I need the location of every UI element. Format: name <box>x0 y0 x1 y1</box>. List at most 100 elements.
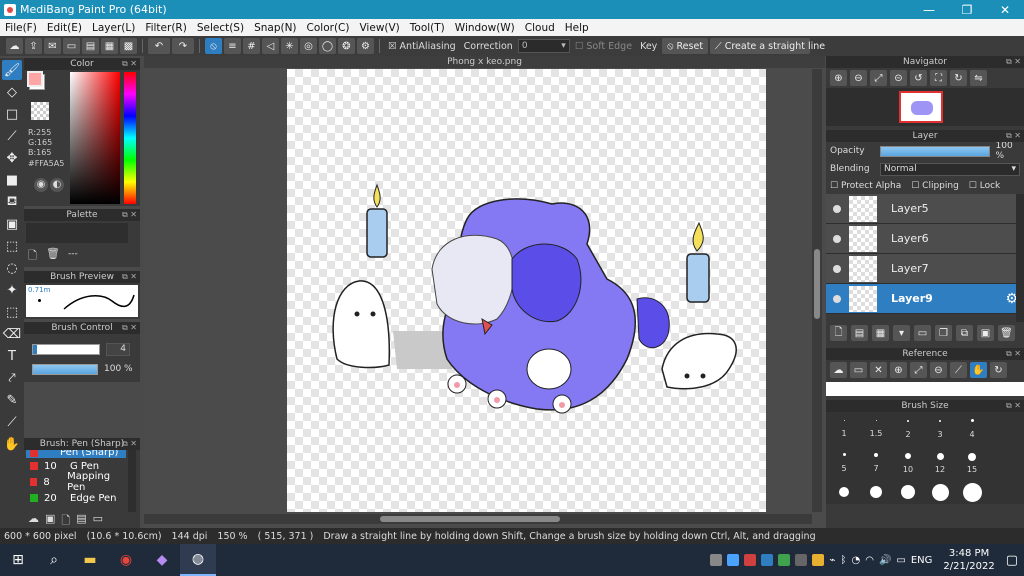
menu-help[interactable]: Help <box>560 22 594 34</box>
brush-size-cell[interactable] <box>860 486 892 498</box>
save-icon[interactable]: ▦ <box>101 38 118 54</box>
bucket-tool-icon[interactable]: ⛾ <box>2 192 22 212</box>
select-rect-tool-icon[interactable]: ⬚ <box>2 236 22 256</box>
foreground-color-swatch[interactable] <box>27 71 43 87</box>
rectangle-tool-icon[interactable]: □ <box>2 104 22 124</box>
new-palette-icon[interactable]: 🗋 <box>28 247 37 266</box>
tray-app-icon[interactable] <box>744 554 757 566</box>
brush-list-scrollbar[interactable] <box>128 450 136 512</box>
maximize-button[interactable]: ❐ <box>948 0 986 19</box>
text-tool-icon[interactable]: T <box>2 346 22 366</box>
operation-tool-icon[interactable]: ⤤ <box>2 368 22 388</box>
panel-pin-icon[interactable]: ⧉ ✕ <box>1006 348 1021 360</box>
drawing-canvas[interactable] <box>287 69 766 512</box>
snap-grid-icon[interactable]: # <box>243 38 260 54</box>
menu-layer[interactable]: Layer(L) <box>87 22 140 34</box>
snap-parallel-icon[interactable]: ≡ <box>224 38 241 54</box>
new-layer-icon[interactable]: 🗋 <box>830 325 847 341</box>
minimize-button[interactable]: — <box>910 0 948 19</box>
reference-view[interactable] <box>826 382 1024 396</box>
snap-circle-icon[interactable]: ◎ <box>300 38 317 54</box>
tray-app-icon[interactable] <box>795 554 808 566</box>
volume-icon[interactable]: 🔊 <box>879 555 891 566</box>
brush-size-cell[interactable] <box>828 487 860 497</box>
new-halftone-layer-icon[interactable]: ▤ <box>851 325 868 341</box>
blending-select[interactable]: Normal ▾ <box>880 162 1020 176</box>
game-app-icon[interactable]: ◆ <box>144 544 180 576</box>
brush-size-cell[interactable]: 15 <box>956 446 988 480</box>
menu-snap[interactable]: Snap(N) <box>249 22 301 34</box>
scroll-thumb[interactable] <box>814 249 820 319</box>
snap-perspective-icon[interactable]: ◁ <box>262 38 279 54</box>
wifi-icon[interactable]: ◠ <box>865 555 874 566</box>
rotate-left-icon[interactable]: ↺ <box>910 70 927 86</box>
flip-icon[interactable]: ⇋ <box>970 70 987 86</box>
duplicate-layer-icon[interactable]: ❐ <box>935 325 952 341</box>
brush-size-cell[interactable] <box>924 483 956 501</box>
brush-size-cell[interactable]: 12 <box>924 446 956 480</box>
undo-icon[interactable]: ↶ <box>148 38 170 54</box>
battery-icon[interactable]: ▭ <box>896 555 905 566</box>
rotate-right-icon[interactable]: ↻ <box>950 70 967 86</box>
delete-palette-icon[interactable]: 🗑 <box>46 247 60 260</box>
tray-app-icon[interactable] <box>727 554 740 566</box>
open-reference-icon[interactable]: ▭ <box>850 362 867 378</box>
lasso-tool-icon[interactable]: ◌ <box>2 258 22 278</box>
layer-folder-icon[interactable]: ▭ <box>914 325 931 341</box>
cloud-reference-icon[interactable]: ☁ <box>830 362 847 378</box>
menu-file[interactable]: File(F) <box>0 22 42 34</box>
panel-pin-icon[interactable]: ⧉ ✕ <box>122 322 137 334</box>
menu-view[interactable]: View(V) <box>354 22 404 34</box>
visibility-icon[interactable] <box>833 234 841 243</box>
brush-size-cell[interactable]: 3 <box>924 412 956 446</box>
brush-size-cell[interactable]: 7 <box>860 446 892 480</box>
notification-icon[interactable]: ▢ <box>1006 553 1018 568</box>
hand-tool-icon[interactable]: ✋ <box>2 434 22 454</box>
hue-slider[interactable] <box>124 72 136 204</box>
soft-edge-checkbox[interactable]: ☐ Soft Edge <box>572 41 635 52</box>
dot-tool-icon[interactable]: ⟋ <box>2 126 22 146</box>
actual-size-icon[interactable]: ⛶ <box>930 70 947 86</box>
protect-alpha-checkbox[interactable]: ☐ Protect Alpha <box>830 181 901 191</box>
menu-cloud[interactable]: Cloud <box>520 22 560 34</box>
snap-off-icon[interactable]: ⦸ <box>205 38 222 54</box>
move-tool-icon[interactable]: ✥ <box>2 148 22 168</box>
document-tab[interactable]: Phong x keo.png <box>144 56 825 68</box>
document-icon[interactable]: ▤ <box>82 38 99 54</box>
layer-scrollbar[interactable] <box>1016 194 1024 322</box>
lock-checkbox[interactable]: ☐ Lock <box>969 181 1000 191</box>
brush-size-cell[interactable]: 4 <box>956 412 988 446</box>
comment-icon[interactable]: ✉ <box>44 38 61 54</box>
panel-pin-icon[interactable]: ⧉ ✕ <box>122 438 137 450</box>
visibility-icon[interactable] <box>833 294 841 303</box>
antialias-checkbox[interactable]: ☒ AntiAliasing <box>385 41 459 52</box>
delete-layer-icon[interactable]: 🗑 <box>998 325 1015 341</box>
tray-app-icon[interactable] <box>761 554 774 566</box>
saturation-value-picker[interactable] <box>70 72 120 204</box>
fill-rect-tool-icon[interactable]: ■ <box>2 170 22 190</box>
scroll-thumb[interactable] <box>380 516 560 522</box>
reference-fit-icon[interactable]: ⤢ <box>910 362 927 378</box>
tray-app-icon[interactable] <box>812 554 825 566</box>
navigator-preview[interactable] <box>826 88 1024 126</box>
straight-line-button[interactable]: ⟋ Create a straight line <box>710 38 825 54</box>
menu-window[interactable]: Window(W) <box>450 22 520 34</box>
menu-filter[interactable]: Filter(R) <box>140 22 192 34</box>
reference-zoom-in-icon[interactable]: ⊕ <box>890 362 907 378</box>
clipping-checkbox[interactable]: ☐ Clipping <box>911 181 959 191</box>
layer-opacity-slider[interactable] <box>879 145 990 157</box>
reference-rotate-icon[interactable]: ↻ <box>990 362 1007 378</box>
windows-start-icon[interactable]: ⊞ <box>0 544 36 576</box>
brush-size-cell[interactable] <box>956 482 988 502</box>
palette-swatch-area[interactable] <box>26 223 128 243</box>
cloud-icon[interactable]: ☁ <box>6 38 23 54</box>
visibility-icon[interactable] <box>833 204 841 213</box>
brush-tool-icon[interactable]: 🖌 <box>2 60 22 80</box>
file-explorer-icon[interactable]: ▬ <box>72 544 108 576</box>
snap-radial-icon[interactable]: ✳ <box>281 38 298 54</box>
tray-app-icon[interactable] <box>710 554 723 566</box>
reference-hand-icon[interactable]: ✋ <box>970 362 987 378</box>
brush-size-cell[interactable] <box>892 485 924 499</box>
panel-pin-icon[interactable]: ⧉ ✕ <box>122 271 137 283</box>
canvas-vertical-scrollbar[interactable] <box>812 69 822 512</box>
